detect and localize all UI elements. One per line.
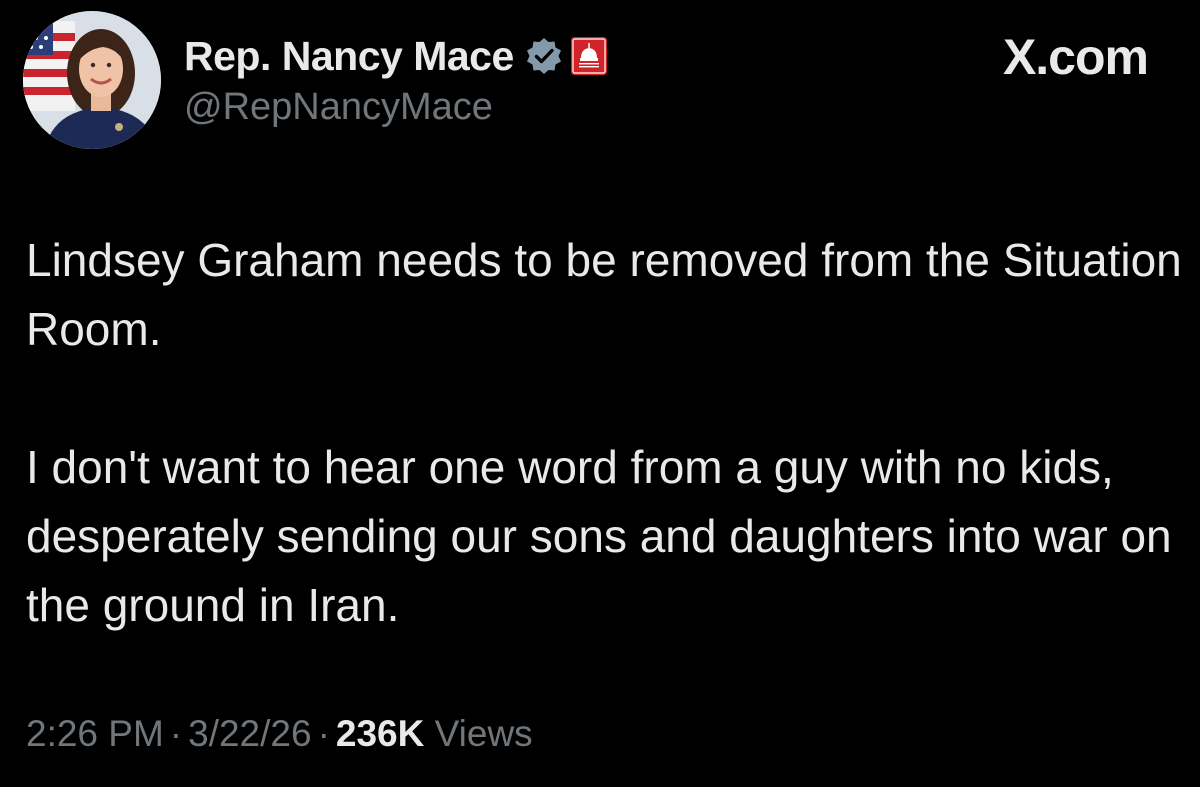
verified-badge-icon[interactable] <box>524 36 564 76</box>
views-label: Views <box>434 713 533 754</box>
tweet-card: Rep. Nancy Mace @RepNancyMace X.com Lind… <box>0 0 1200 787</box>
tweet-paragraph: I don't want to hear one word from a guy… <box>26 441 1172 631</box>
avatar-image <box>23 11 161 149</box>
house-gop-badge-icon[interactable] <box>570 36 608 76</box>
avatar[interactable] <box>23 11 161 149</box>
tweet-meta: 2:26 PM · 3/22/26 · 236K Views <box>26 713 533 755</box>
tweet-paragraph: Lindsey Graham needs to be removed from … <box>26 234 1182 355</box>
tweet-date[interactable]: 3/22/26 <box>188 713 311 754</box>
author-name-row: Rep. Nancy Mace <box>184 28 608 84</box>
tweet-time[interactable]: 2:26 PM <box>26 713 164 754</box>
author-handle[interactable]: @RepNancyMace <box>184 86 493 129</box>
tweet-text: Lindsey Graham needs to be removed from … <box>26 226 1186 640</box>
display-name[interactable]: Rep. Nancy Mace <box>184 33 514 80</box>
meta-separator: · <box>169 713 183 754</box>
views-count[interactable]: 236K <box>336 713 424 754</box>
meta-separator: · <box>317 713 330 754</box>
site-label: X.com <box>1002 29 1149 85</box>
